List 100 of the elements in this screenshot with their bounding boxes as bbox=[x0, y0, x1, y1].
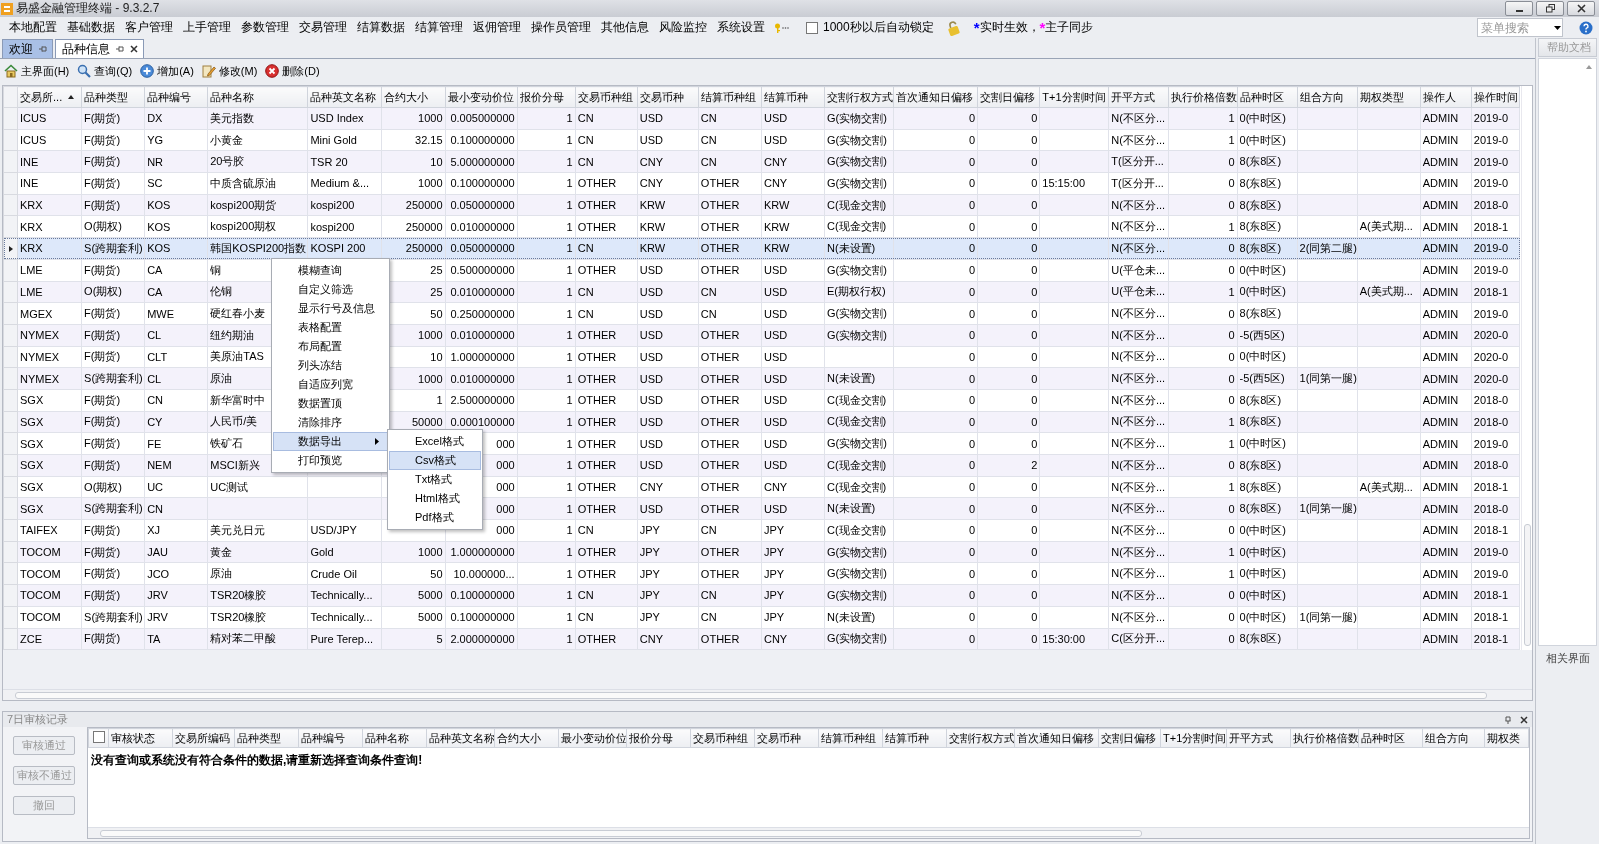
checkbox[interactable] bbox=[806, 21, 818, 34]
column-header[interactable]: 报价分母 bbox=[626, 728, 691, 748]
minimize-button[interactable] bbox=[1505, 1, 1533, 16]
column-header[interactable]: 开平方式 bbox=[1108, 86, 1169, 108]
table-cell: USD bbox=[761, 281, 825, 303]
table-cell: N(未设置) bbox=[824, 237, 894, 260]
table-cell: CA bbox=[144, 259, 208, 281]
row-header[interactable] bbox=[3, 237, 18, 260]
column-header[interactable]: 交割日偏移 bbox=[977, 86, 1040, 108]
column-header[interactable]: 操作时间 bbox=[1471, 86, 1520, 108]
column-header[interactable]: 交割日偏移 bbox=[1098, 728, 1161, 748]
column-header[interactable]: 首次通知日偏移 bbox=[893, 86, 978, 108]
menu-item[interactable]: 风险监控 bbox=[654, 19, 712, 36]
column-header[interactable]: 组合方向 bbox=[1297, 86, 1358, 108]
table-cell: F(期货) bbox=[81, 259, 145, 281]
column-header[interactable]: T+1分割时间 bbox=[1160, 728, 1227, 748]
menu-item[interactable]: 返佣管理 bbox=[468, 19, 526, 36]
pin-icon[interactable] bbox=[39, 45, 47, 53]
context-menu-item[interactable]: 数据导出 bbox=[273, 432, 388, 451]
menu-item[interactable]: 其他信息 bbox=[596, 19, 654, 36]
column-header[interactable]: 交易币种 bbox=[754, 728, 819, 748]
menu-item[interactable]: 操作员管理 bbox=[526, 19, 596, 36]
horizontal-scrollbar[interactable] bbox=[88, 827, 1529, 838]
column-header[interactable]: 结算币种组 bbox=[698, 86, 762, 108]
column-header[interactable]: 最小变动价位 bbox=[445, 86, 518, 108]
menu-item[interactable]: 结算数据 bbox=[352, 19, 410, 36]
column-header[interactable]: 品种编号 bbox=[144, 86, 208, 108]
column-header[interactable]: 品种类型 bbox=[81, 86, 145, 108]
table-cell: Mini Gold bbox=[307, 129, 382, 151]
column-header[interactable]: 品种编号 bbox=[298, 728, 363, 748]
vertical-scrollbar[interactable] bbox=[1521, 86, 1532, 651]
column-header[interactable]: 交割行权方式 bbox=[824, 86, 894, 108]
checkbox[interactable] bbox=[92, 731, 105, 743]
column-header[interactable]: 交易币种 bbox=[637, 86, 699, 108]
column-header[interactable]: 交易币种组 bbox=[575, 86, 638, 108]
lock-icon[interactable] bbox=[945, 19, 962, 36]
scroll-up-icon[interactable] bbox=[1586, 65, 1592, 69]
horizontal-scrollbar[interactable] bbox=[3, 689, 1532, 700]
tab[interactable]: 品种信息 bbox=[55, 39, 144, 58]
column-header[interactable]: 审核状态 bbox=[108, 728, 173, 748]
column-header[interactable]: 结算币种组 bbox=[818, 728, 883, 748]
table-cell: 0 bbox=[977, 129, 1040, 151]
pin-icon[interactable] bbox=[1504, 715, 1512, 724]
column-header[interactable]: 操作人 bbox=[1420, 86, 1472, 108]
close-icon[interactable] bbox=[130, 45, 138, 53]
column-header[interactable]: 品种时区 bbox=[1358, 728, 1423, 748]
column-header[interactable]: 首次通知日偏移 bbox=[1014, 728, 1099, 748]
column-header[interactable]: 报价分母 bbox=[517, 86, 576, 108]
table-cell: JAU bbox=[144, 541, 208, 563]
toolbar-button[interactable]: 主界面(H) bbox=[4, 63, 70, 79]
column-header[interactable]: 开平方式 bbox=[1226, 728, 1291, 748]
column-header[interactable]: 品种类型 bbox=[234, 728, 299, 748]
column-header[interactable]: 组合方向 bbox=[1422, 728, 1485, 748]
column-header[interactable]: 交易所编码 bbox=[172, 728, 235, 748]
table-cell: UC bbox=[144, 476, 208, 498]
table-cell: OTHER bbox=[698, 259, 762, 281]
column-header[interactable]: 品种英文名称 bbox=[307, 86, 382, 108]
column-header[interactable]: 合约大小 bbox=[381, 86, 446, 108]
edit-icon bbox=[201, 64, 216, 78]
menu-item[interactable]: 客户管理 bbox=[120, 19, 178, 36]
column-header[interactable]: 品种名称 bbox=[362, 728, 427, 748]
column-header[interactable]: 期权类 bbox=[1484, 728, 1529, 748]
table-cell: JPY bbox=[637, 541, 699, 563]
column-header[interactable]: 结算币种 bbox=[882, 728, 947, 748]
menu-item[interactable]: 本地配置 bbox=[4, 19, 62, 36]
pin-icon[interactable] bbox=[116, 45, 124, 53]
column-header[interactable]: 交易币种组 bbox=[690, 728, 755, 748]
close-icon[interactable] bbox=[1520, 715, 1528, 724]
menu-item[interactable]: 交易管理 bbox=[294, 19, 352, 36]
dropdown-caret-icon[interactable] bbox=[1554, 25, 1561, 30]
toolbar-button[interactable]: 删除(D) bbox=[265, 63, 320, 79]
table-cell: 0(中时区) bbox=[1237, 281, 1298, 303]
column-header[interactable]: 品种时区 bbox=[1237, 86, 1298, 108]
column-header[interactable]: 品种名称 bbox=[207, 86, 308, 108]
key-icon[interactable] bbox=[774, 21, 790, 34]
menu-item[interactable]: 参数管理 bbox=[236, 19, 294, 36]
menu-item[interactable]: 结算管理 bbox=[410, 19, 468, 36]
table-cell: ADMIN bbox=[1420, 519, 1472, 542]
column-header[interactable]: 结算币种 bbox=[761, 86, 825, 108]
table-cell: ADMIN bbox=[1420, 194, 1472, 216]
column-header[interactable]: 期权类型 bbox=[1357, 86, 1421, 108]
menu-item[interactable]: 上手管理 bbox=[178, 19, 236, 36]
menu-search-field[interactable]: 菜单搜索 bbox=[1477, 18, 1563, 37]
column-header[interactable]: 交易所... bbox=[17, 86, 82, 108]
tab[interactable]: 欢迎 bbox=[2, 39, 53, 58]
table-cell: ADMIN bbox=[1420, 324, 1472, 347]
table-cell: 0(中时区) bbox=[1237, 541, 1298, 563]
column-header[interactable]: T+1分割时间 bbox=[1039, 86, 1109, 108]
submenu-item[interactable]: Csv格式 bbox=[389, 451, 481, 470]
menu-item[interactable]: 基础数据 bbox=[62, 19, 120, 36]
menu-item[interactable]: 系统设置 bbox=[712, 19, 770, 36]
toolbar-button[interactable]: 增加(A) bbox=[140, 63, 194, 79]
close-button[interactable] bbox=[1567, 1, 1595, 16]
toolbar-button[interactable]: 修改(M) bbox=[201, 63, 258, 79]
table-cell: SC bbox=[144, 172, 208, 195]
column-header[interactable]: 合约大小 bbox=[494, 728, 559, 748]
help-icon[interactable] bbox=[1579, 20, 1593, 35]
restore-button[interactable] bbox=[1536, 1, 1564, 16]
table-cell: N(不区分... bbox=[1108, 541, 1169, 563]
toolbar-button[interactable]: 查询(Q) bbox=[77, 63, 133, 79]
